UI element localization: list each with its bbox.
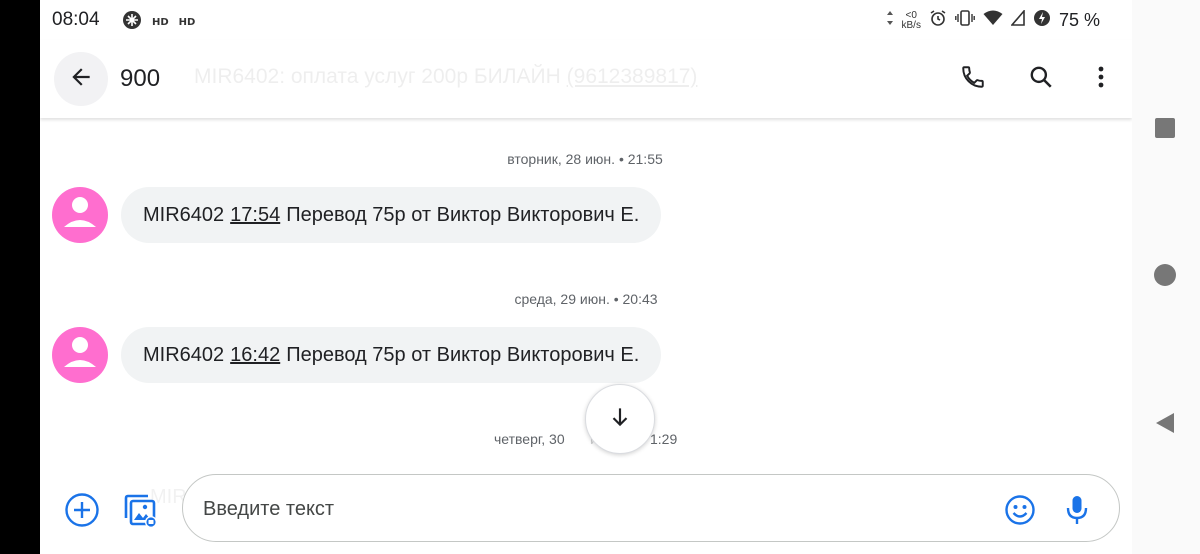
hd-badge: HD: [178, 17, 196, 28]
voice-input-button[interactable]: [1057, 492, 1097, 532]
scroll-to-bottom-button[interactable]: [585, 384, 655, 454]
message-text: Перевод 75р от Виктор Викторович Е.: [286, 203, 640, 226]
search-icon: [1028, 64, 1054, 95]
mic-icon: [1065, 494, 1089, 531]
date-separator-partial-right: 1:29: [650, 431, 678, 447]
call-button[interactable]: [958, 64, 988, 94]
more-vert-icon: [1097, 65, 1105, 94]
gallery-icon: [121, 491, 159, 534]
ghost-overlay-message: MIR6402: оплата услуг 200р БИЛАЙН: [194, 65, 561, 88]
back-button[interactable]: [54, 52, 108, 106]
person-icon: [52, 327, 108, 383]
message-bubble[interactable]: MIR6402 16:42 Перевод 75р от Виктор Викт…: [121, 327, 662, 383]
back-triangle-icon: [1154, 411, 1176, 440]
more-options-button[interactable]: [1086, 64, 1116, 94]
sender-avatar[interactable]: [52, 187, 108, 243]
gallery-button[interactable]: [120, 492, 160, 532]
date-separator-partial-left: четверг, 30: [494, 431, 565, 447]
status-right-icons: <0 kB/s 75 %: [886, 8, 1100, 32]
status-bar: 08:04 HD HD <0 kB/s 75 %: [40, 0, 1132, 40]
status-time: 08:04: [52, 9, 100, 30]
message-sender-code: MIR6402: [143, 203, 225, 226]
arrow-down-icon: [607, 404, 633, 435]
date-separator: вторник, 28 июн. • 21:55: [507, 151, 663, 167]
message-sender-code: MIR6402: [143, 343, 225, 366]
phone-icon: [960, 64, 986, 95]
network-speed: <0 kB/s: [901, 9, 921, 31]
message-input[interactable]: Введите текст: [182, 474, 1120, 542]
alarm-icon: [929, 9, 947, 32]
status-left-icons: HD HD: [122, 10, 195, 35]
battery-saver-icon: [1033, 9, 1051, 32]
speed-unit: kB/s: [901, 19, 921, 31]
search-button[interactable]: [1026, 64, 1056, 94]
ghost-overlay-text: MIR6402: оплата услуг 200р БИЛАЙН (96123…: [194, 65, 697, 89]
signal-icon: [1010, 8, 1025, 31]
home-circle-icon: [1153, 263, 1177, 292]
vibrate-icon: [955, 10, 975, 31]
conversation-app-bar: MIR6402: оплата услуг 200р БИЛАЙН (96123…: [40, 40, 1132, 118]
data-arrows-icon: [886, 10, 894, 31]
add-circle-icon: [64, 492, 100, 533]
system-back-button[interactable]: [1152, 412, 1178, 438]
screen-left-edge: [0, 0, 40, 554]
compose-bar: MIR Введите текст: [40, 470, 1132, 554]
recents-button[interactable]: [1152, 117, 1178, 143]
emoji-button[interactable]: [1000, 492, 1040, 532]
message-input-placeholder: Введите текст: [203, 498, 335, 520]
data-saver-icon: [122, 10, 142, 35]
message-bubble[interactable]: MIR6402 17:54 Перевод 75р от Виктор Викт…: [121, 187, 662, 243]
emoji-icon: [1004, 494, 1036, 531]
back-arrow-icon: [68, 64, 94, 95]
message-time-link[interactable]: 16:42: [230, 344, 280, 367]
ghost-overlay-link: (9612389817): [566, 65, 698, 88]
speed-value: <0: [905, 9, 917, 21]
person-icon: [52, 187, 108, 243]
battery-percent: 75 %: [1058, 10, 1100, 30]
add-attachment-button[interactable]: [62, 492, 102, 532]
message-time-link[interactable]: 17:54: [230, 204, 280, 227]
message-text: Перевод 75р от Виктор Викторович Е.: [286, 343, 640, 366]
wifi-icon: [983, 10, 1003, 31]
hd-badge: HD: [152, 17, 169, 28]
conversation-title: 900: [120, 65, 161, 92]
date-separator: среда, 29 июн. • 20:43: [514, 291, 658, 307]
recents-square-icon: [1154, 117, 1176, 144]
sender-avatar[interactable]: [52, 327, 108, 383]
home-button[interactable]: [1152, 263, 1178, 292]
system-navigation-bar: [1132, 0, 1200, 554]
